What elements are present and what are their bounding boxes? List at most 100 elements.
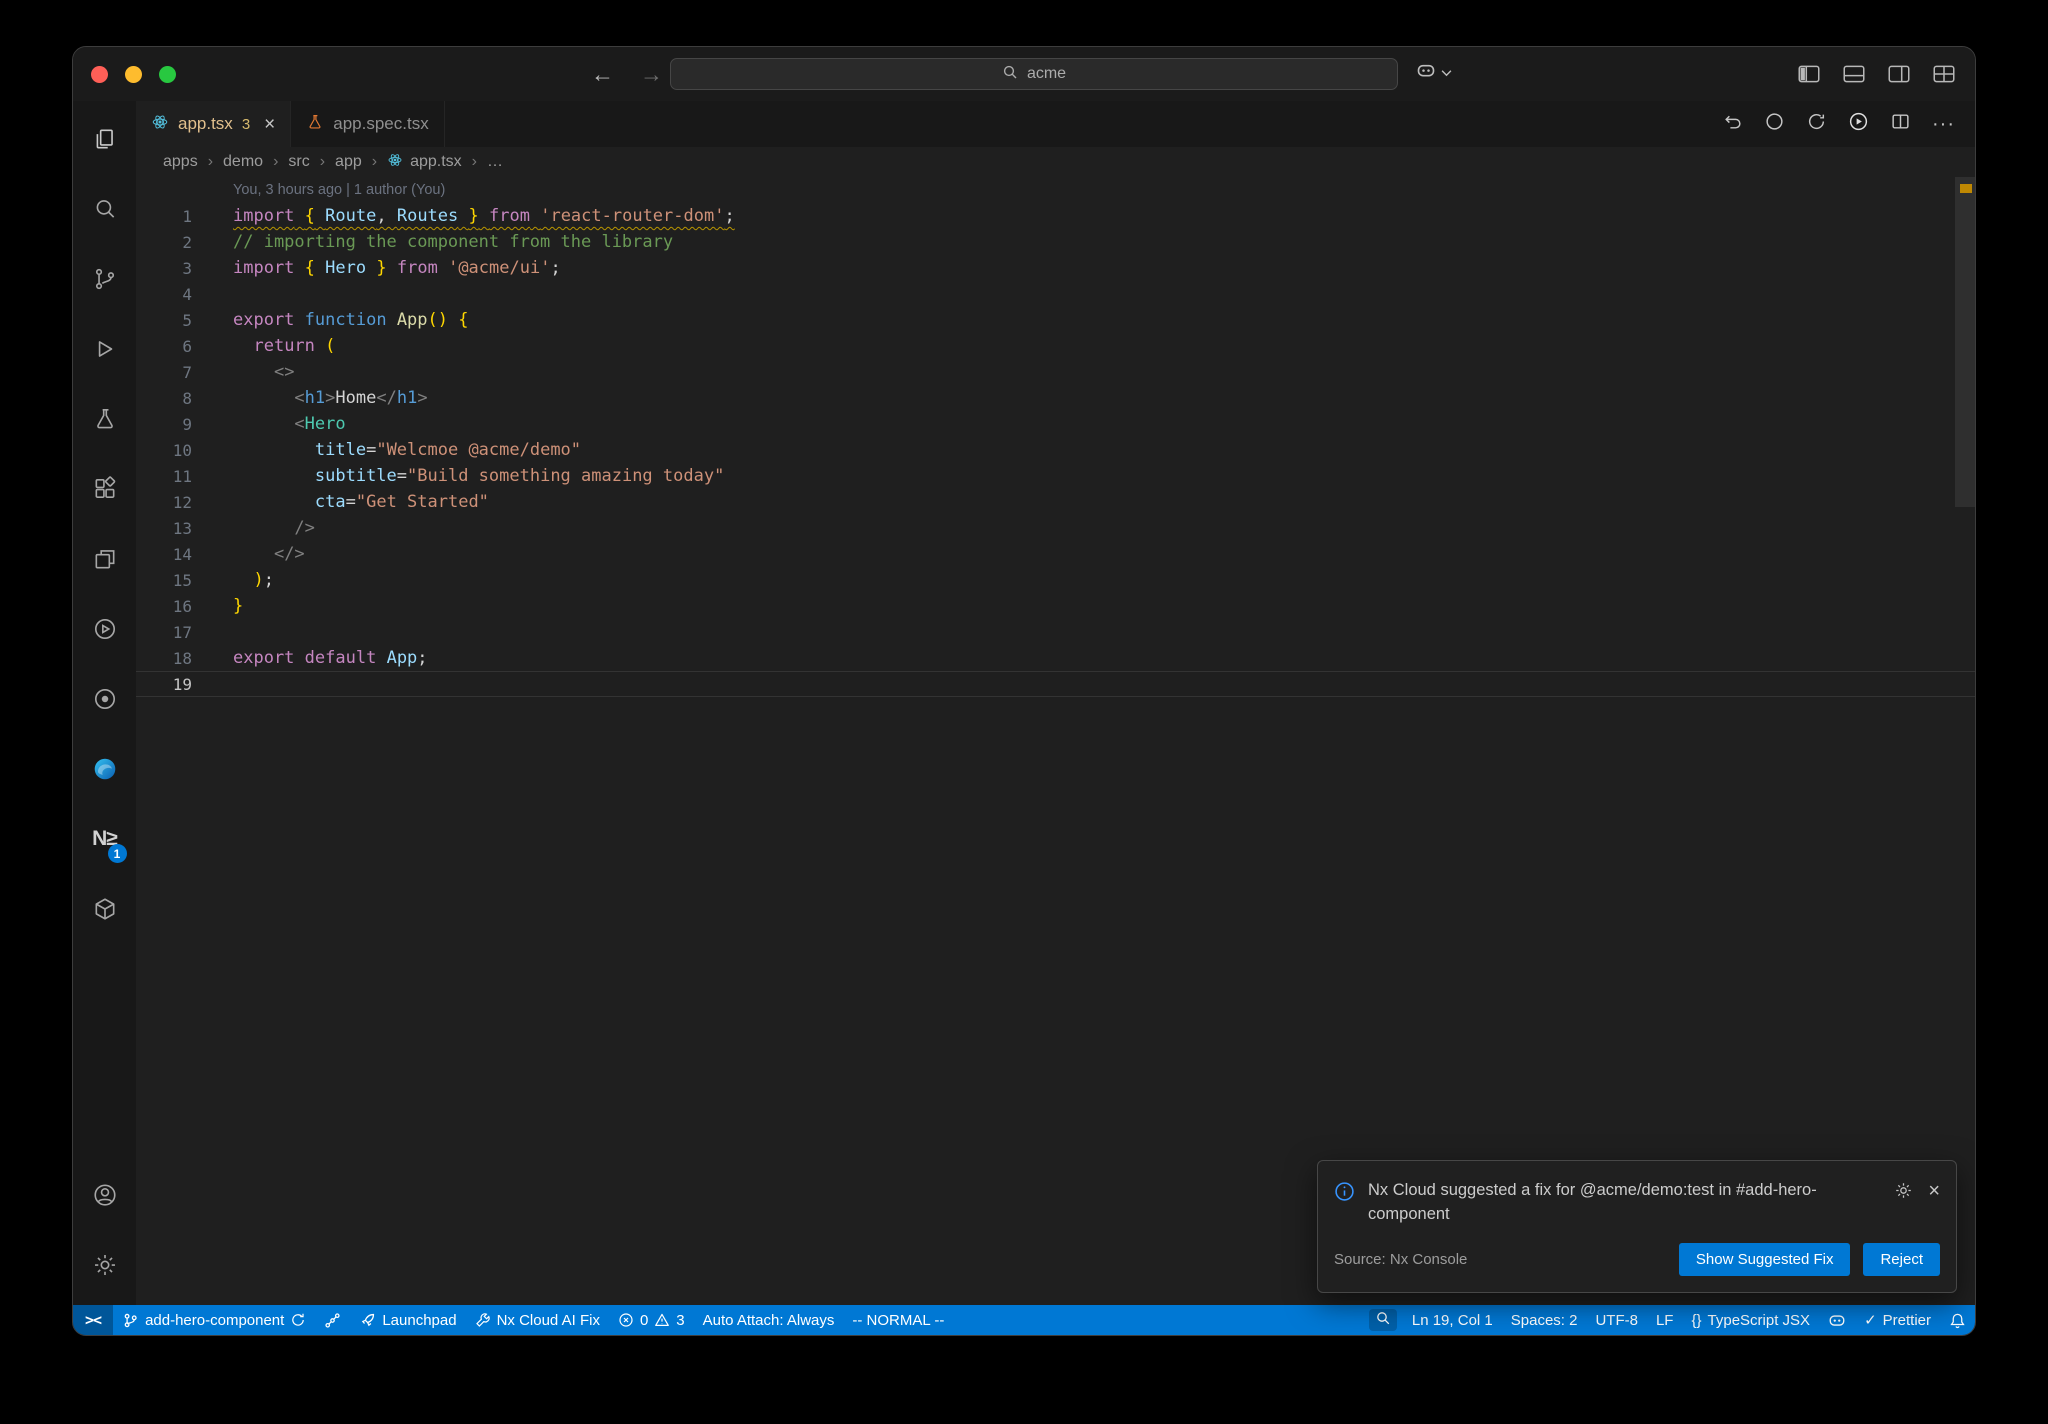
reject-button[interactable]: Reject: [1863, 1243, 1940, 1276]
breadcrumb-item-app[interactable]: app: [335, 153, 362, 171]
code-line[interactable]: 4: [136, 281, 1975, 307]
code-text[interactable]: <h1>Home</h1>: [233, 388, 427, 408]
close-icon[interactable]: ×: [264, 115, 275, 134]
line-number[interactable]: 19: [136, 675, 192, 694]
toggle-panel-icon[interactable]: [1841, 61, 1867, 87]
activitybar-explorer[interactable]: [81, 111, 129, 167]
statusbar-search-item[interactable]: [1368, 1309, 1397, 1331]
activitybar-extensions[interactable]: [81, 461, 129, 517]
activitybar-settings[interactable]: [81, 1237, 129, 1293]
line-number[interactable]: 7: [136, 363, 192, 382]
activitybar-containers[interactable]: [81, 881, 129, 937]
eol-item[interactable]: LF: [1647, 1305, 1683, 1335]
git-branch-item[interactable]: add-hero-component: [113, 1305, 315, 1335]
code-line[interactable]: 11 subtitle="Build something amazing tod…: [136, 463, 1975, 489]
tab-app-spec-tsx[interactable]: app.spec.tsx: [291, 101, 445, 147]
code-text[interactable]: );: [233, 570, 274, 590]
code-line[interactable]: 18 export default App;: [136, 645, 1975, 671]
run-file-icon[interactable]: [1848, 111, 1869, 137]
indentation-item[interactable]: Spaces: 2: [1502, 1305, 1587, 1335]
minimize-window-button[interactable]: [125, 65, 142, 83]
code-line[interactable]: 19: [136, 671, 1975, 697]
code-line[interactable]: 13 />: [136, 515, 1975, 541]
customize-layout-icon[interactable]: [1931, 61, 1957, 87]
code-text[interactable]: import { Hero } from '@acme/ui';: [233, 258, 561, 278]
code-line[interactable]: 1 import { Route, Routes } from 'react-ro…: [136, 203, 1975, 229]
line-number[interactable]: 16: [136, 597, 192, 616]
code-text[interactable]: export function App() {: [233, 310, 469, 330]
activitybar-edge-browser[interactable]: [81, 741, 129, 797]
code-line[interactable]: 9 <Hero: [136, 411, 1975, 437]
show-suggested-fix-button[interactable]: Show Suggested Fix: [1678, 1243, 1851, 1276]
language-mode-item[interactable]: {} TypeScript JSX: [1682, 1305, 1819, 1335]
activitybar-search[interactable]: [81, 181, 129, 237]
code-line[interactable]: 3 import { Hero } from '@acme/ui';: [136, 255, 1975, 281]
line-number[interactable]: 5: [136, 311, 192, 330]
scrollbar-thumb[interactable]: [1955, 177, 1975, 507]
cursor-position-item[interactable]: Ln 19, Col 1: [1403, 1305, 1502, 1335]
sync-changes-icon[interactable]: [1806, 111, 1827, 137]
code-line[interactable]: 5 export function App() {: [136, 307, 1975, 333]
commit-graph-item[interactable]: [315, 1305, 350, 1335]
back-arrow-icon[interactable]: ←: [591, 61, 614, 88]
problems-item[interactable]: 0 3: [609, 1305, 694, 1335]
toggle-primary-sidebar-icon[interactable]: [1796, 61, 1822, 87]
activitybar-source-control[interactable]: [81, 251, 129, 307]
line-number[interactable]: 11: [136, 467, 192, 486]
code-text[interactable]: <>: [233, 362, 294, 382]
close-window-button[interactable]: [91, 65, 108, 83]
line-number[interactable]: 13: [136, 519, 192, 538]
more-actions-icon[interactable]: ···: [1932, 113, 1955, 136]
code-line[interactable]: 16}: [136, 593, 1975, 619]
code-text[interactable]: }: [233, 596, 243, 616]
code-text[interactable]: return (: [233, 336, 335, 356]
nx-cloud-fix-item[interactable]: Nx Cloud AI Fix: [466, 1305, 609, 1335]
line-number[interactable]: 6: [136, 337, 192, 356]
activitybar-gitlens-inspect[interactable]: [81, 671, 129, 727]
code-line[interactable]: 8 <h1>Home</h1>: [136, 385, 1975, 411]
line-number[interactable]: 8: [136, 389, 192, 408]
line-number[interactable]: 12: [136, 493, 192, 512]
code-line[interactable]: 7 <>: [136, 359, 1975, 385]
line-number[interactable]: 18: [136, 649, 192, 668]
activitybar-run-debug[interactable]: [81, 321, 129, 377]
auto-attach-item[interactable]: Auto Attach: Always: [694, 1305, 844, 1335]
code-line[interactable]: 10 title="Welcmoe @acme/demo": [136, 437, 1975, 463]
toggle-secondary-sidebar-icon[interactable]: [1886, 61, 1912, 87]
code-text[interactable]: export default App;: [233, 648, 428, 668]
formatter-item[interactable]: ✓ Prettier: [1855, 1305, 1940, 1335]
notification-close-icon[interactable]: ×: [1928, 1181, 1940, 1201]
notifications-bell-item[interactable]: [1940, 1305, 1975, 1335]
line-number[interactable]: 2: [136, 233, 192, 252]
breadcrumb-item-src[interactable]: src: [288, 153, 309, 171]
launchpad-item[interactable]: Launchpad: [350, 1305, 465, 1335]
breadcrumb-symbol-more[interactable]: …: [487, 153, 503, 171]
copilot-status-item[interactable]: [1819, 1305, 1855, 1335]
code-line[interactable]: 12 cta="Get Started": [136, 489, 1975, 515]
code-line[interactable]: 17: [136, 619, 1975, 645]
command-center-search[interactable]: acme: [670, 58, 1398, 90]
code-text[interactable]: subtitle="Build something amazing today": [233, 466, 724, 486]
zoom-window-button[interactable]: [159, 65, 176, 83]
line-number[interactable]: 1: [136, 207, 192, 226]
discard-changes-icon[interactable]: [1722, 111, 1743, 137]
circle-outline-icon[interactable]: [1764, 111, 1785, 137]
code-text[interactable]: // importing the component from the libr…: [233, 232, 673, 252]
code-line[interactable]: 6 return (: [136, 333, 1975, 359]
code-text[interactable]: </>: [233, 544, 305, 564]
code-line[interactable]: 14 </>: [136, 541, 1975, 567]
code-text[interactable]: cta="Get Started": [233, 492, 489, 512]
breadcrumb-item-apps[interactable]: apps: [163, 153, 198, 171]
forward-arrow-icon[interactable]: →: [640, 61, 663, 88]
breadcrumb-item-demo[interactable]: demo: [223, 153, 263, 171]
line-number[interactable]: 3: [136, 259, 192, 278]
line-number[interactable]: 9: [136, 415, 192, 434]
activitybar-nx-console[interactable]: N≥ 1: [81, 811, 129, 867]
activitybar-accounts[interactable]: [81, 1167, 129, 1223]
code-text[interactable]: import { Route, Routes } from 'react-rou…: [233, 206, 735, 226]
code-editor[interactable]: You, 3 hours ago | 1 author (You) 1 impor…: [136, 177, 1975, 1305]
code-text[interactable]: title="Welcmoe @acme/demo": [233, 440, 581, 460]
split-editor-icon[interactable]: [1890, 111, 1911, 137]
code-text[interactable]: <Hero: [233, 414, 345, 434]
tab-app-tsx[interactable]: app.tsx 3 ×: [136, 101, 292, 147]
